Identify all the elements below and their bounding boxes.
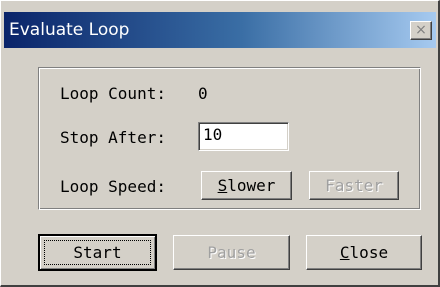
- pause-label: Pause: [207, 243, 256, 262]
- loop-speed-label: Loop Speed:: [60, 177, 166, 196]
- slower-button[interactable]: Slower: [201, 171, 292, 200]
- loop-count-value: 0: [198, 84, 208, 103]
- close-icon: ×: [415, 22, 427, 38]
- start-button[interactable]: Start: [38, 234, 157, 271]
- slower-mnemonic: S: [217, 176, 228, 195]
- faster-button[interactable]: Faster: [309, 171, 399, 200]
- close-mnemonic: C: [339, 243, 350, 262]
- title-bar[interactable]: Evaluate Loop ×: [4, 12, 436, 48]
- stop-after-input[interactable]: 10: [198, 122, 289, 151]
- evaluate-loop-dialog: Evaluate Loop × Loop Count: 0 Stop After…: [0, 0, 440, 287]
- window-title: Evaluate Loop: [9, 20, 130, 40]
- slower-label: lower: [227, 176, 276, 195]
- faster-label: Faster: [325, 176, 383, 195]
- close-button[interactable]: Close: [306, 235, 422, 270]
- start-label: Start: [73, 243, 122, 262]
- loop-count-label: Loop Count:: [60, 84, 166, 103]
- close-label: lose: [349, 243, 389, 262]
- pause-button[interactable]: Pause: [173, 235, 290, 270]
- title-close-button[interactable]: ×: [410, 21, 432, 40]
- stop-after-label: Stop After:: [60, 128, 166, 147]
